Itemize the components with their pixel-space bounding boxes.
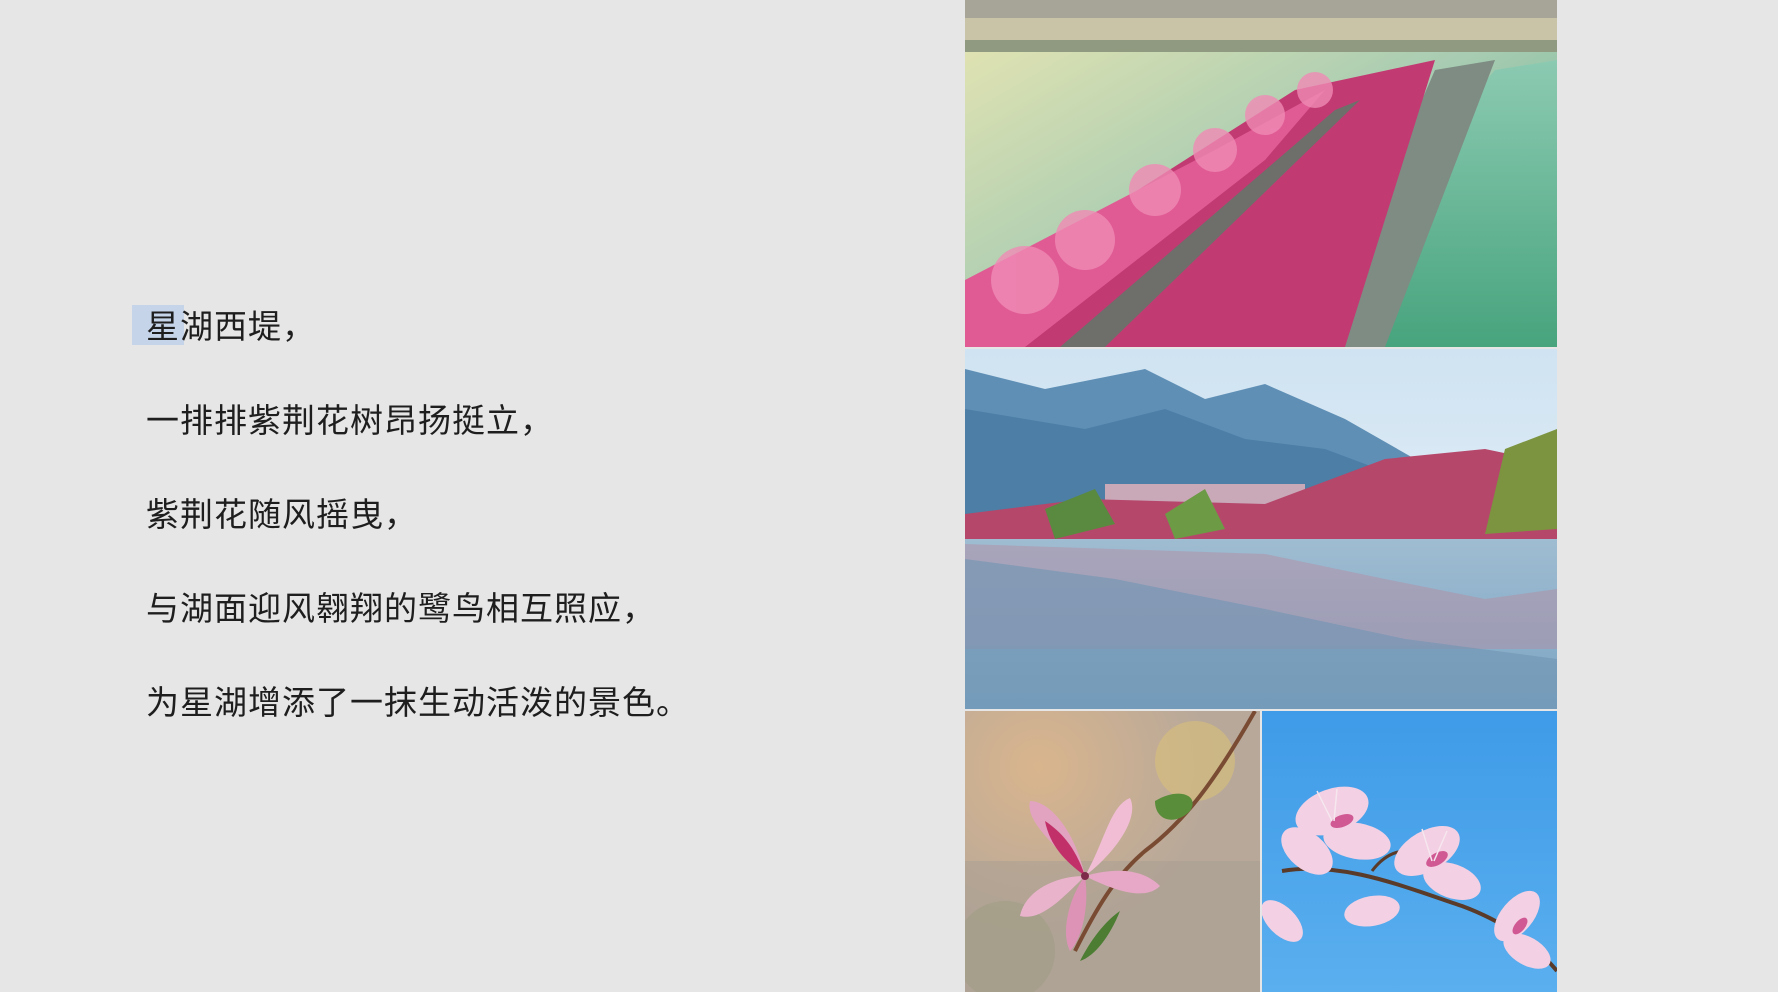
poem-line-5[interactable]: 为星湖增添了一抹生动活泼的景色。 xyxy=(146,683,690,723)
poem-line-2[interactable]: 一排排紫荆花树昂扬挺立， xyxy=(146,401,554,441)
bauhinia-flower-bokeh-photo[interactable] xyxy=(965,711,1260,992)
bauhinia-flower-sky-photo[interactable] xyxy=(1262,711,1557,992)
lakeside-promenade-photo[interactable] xyxy=(965,0,1557,347)
lakeside-promenade-image xyxy=(965,0,1557,347)
presentation-slide: 星湖西堤， 一排排紫荆花树昂扬挺立， 紫荆花随风摇曳， 与湖面迎风翱翔的鹭鸟相互… xyxy=(0,0,1778,992)
bauhinia-flower-sky-image xyxy=(1262,711,1557,992)
poem-line-3[interactable]: 紫荆花随风摇曳， xyxy=(146,495,418,535)
bauhinia-flower-bokeh-image xyxy=(965,711,1260,992)
poem-line-1[interactable]: 星湖西堤， xyxy=(146,307,316,347)
lake-reflection-image xyxy=(965,349,1557,709)
lake-reflection-photo[interactable] xyxy=(965,349,1557,709)
poem-line-4[interactable]: 与湖面迎风翱翔的鹭鸟相互照应， xyxy=(146,589,656,629)
